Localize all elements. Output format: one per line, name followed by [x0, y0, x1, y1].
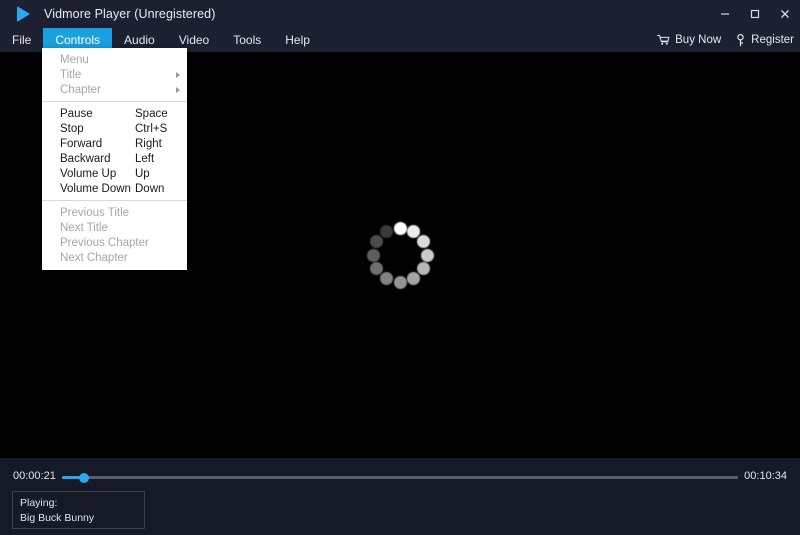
submenu-arrow-icon	[176, 71, 180, 78]
now-playing-status: Playing:	[20, 497, 58, 509]
total-time-label: 00:10:34	[744, 470, 787, 482]
dropdown-group-navigation: Menu Title Chapter	[42, 52, 187, 97]
submenu-arrow-icon	[176, 86, 180, 93]
menu-item-title[interactable]: Title	[42, 67, 187, 82]
spinner-dot	[407, 271, 420, 285]
menu-item-chapter[interactable]: Chapter	[42, 82, 187, 97]
menu-item-volume-down[interactable]: Volume Down Down	[42, 181, 187, 196]
spinner-dot	[366, 248, 380, 262]
spinner-dot	[393, 275, 407, 289]
now-playing-title: Big Buck Bunny	[20, 512, 95, 524]
menu-separator	[42, 101, 187, 102]
current-time-label: 00:00:21	[13, 470, 56, 482]
player-control-bar: 00:00:21 00:10:34 Playing: Big Buck Bunn…	[0, 458, 800, 535]
menu-item-next-chapter[interactable]: Next Chapter	[42, 250, 187, 265]
menu-item-previous-title[interactable]: Previous Title	[42, 205, 187, 220]
controls-dropdown-menu: Menu Title Chapter Pause Space Stop Ctrl…	[42, 48, 187, 270]
spinner-dot	[420, 248, 434, 262]
spinner-dot	[380, 271, 393, 285]
spinner-dot	[416, 262, 430, 275]
app-logo-icon	[8, 0, 38, 28]
minimize-button[interactable]	[710, 0, 740, 28]
register-link[interactable]: Register	[735, 33, 794, 47]
menu-item-previous-chapter[interactable]: Previous Chapter	[42, 235, 187, 250]
register-label: Register	[751, 34, 794, 46]
maximize-button[interactable]	[740, 0, 770, 28]
dropdown-group-playback: Pause Space Stop Ctrl+S Forward Right Ba…	[42, 106, 187, 196]
buy-now-label: Buy Now	[675, 34, 722, 46]
buy-now-link[interactable]: Buy Now	[657, 34, 721, 46]
seek-handle[interactable]	[79, 472, 90, 483]
menu-item-forward[interactable]: Forward Right	[42, 136, 187, 151]
menu-item-pause[interactable]: Pause Space	[42, 106, 187, 121]
spinner-dot	[380, 225, 393, 239]
menu-tools[interactable]: Tools	[221, 28, 273, 52]
close-button[interactable]	[770, 0, 800, 28]
menu-item-volume-up[interactable]: Volume Up Up	[42, 166, 187, 181]
spinner-dot	[393, 221, 407, 235]
now-playing-box: Playing: Big Buck Bunny	[12, 491, 145, 529]
seek-row: 00:00:21 00:10:34	[0, 468, 800, 486]
menu-item-backward[interactable]: Backward Left	[42, 151, 187, 166]
spinner-dot	[370, 235, 384, 248]
menu-item-menu[interactable]: Menu	[42, 52, 187, 67]
dropdown-group-chapters: Previous Title Next Title Previous Chapt…	[42, 205, 187, 265]
menu-file[interactable]: File	[0, 28, 43, 52]
vidmore-player-window: Vidmore Player (Unregistered) File Contr…	[0, 0, 800, 535]
menu-item-stop[interactable]: Stop Ctrl+S	[42, 121, 187, 136]
shopping-cart-icon	[657, 34, 670, 46]
app-title: Vidmore Player (Unregistered)	[44, 7, 216, 21]
title-bar: Vidmore Player (Unregistered)	[0, 0, 800, 28]
seek-slider[interactable]	[62, 472, 738, 483]
spinner-dot	[416, 235, 430, 248]
key-icon	[735, 33, 746, 47]
window-controls	[710, 0, 800, 28]
menu-help[interactable]: Help	[273, 28, 322, 52]
menu-item-next-title[interactable]: Next Title	[42, 220, 187, 235]
menu-separator	[42, 200, 187, 201]
menu-bar-right-links: Buy Now Register	[657, 28, 794, 52]
